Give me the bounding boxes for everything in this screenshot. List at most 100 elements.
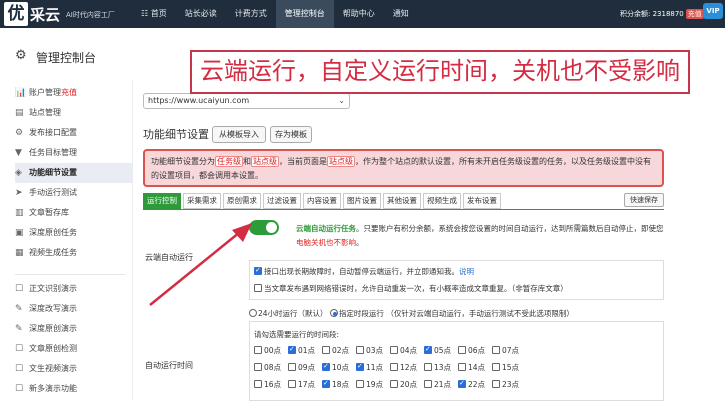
gear-icon: ⚙ [15,128,24,138]
checkbox-checked[interactable] [356,362,364,371]
hour-label: 12点 [400,363,418,372]
site-url-select[interactable]: https://www.ucaiyun.com ⌄ [143,93,350,109]
sidebar-item-deep-original-demo[interactable]: ✎ 深度原创演示 [15,319,133,339]
edit-icon: ✎ [15,304,23,314]
quick-save-button[interactable]: 快速保存 [624,193,664,207]
hour-option[interactable]: 14点 [458,362,485,373]
sidebar-item-article-store[interactable]: ▥ 文章暂存库 [15,203,133,223]
logo[interactable]: 优 [4,2,28,26]
checkbox-unchecked[interactable] [492,346,500,354]
tab-collect[interactable]: 采集需求 [183,193,221,209]
hour-option[interactable]: 08点 [254,362,281,373]
radio-specified[interactable] [329,309,338,317]
nav-pricing[interactable]: 计费方式 [226,0,276,28]
hour-option[interactable]: 12点 [390,362,417,373]
nav-help[interactable]: 帮助中心 [334,0,384,28]
checkbox-unchecked[interactable] [356,346,364,354]
save-template-button[interactable]: 存为模板 [270,126,312,143]
hour-label: 00点 [264,346,282,355]
sidebar-item-task-targets[interactable]: ▼ 任务目标管理 [15,143,133,163]
nav-home[interactable]: ☷ 首页 [132,0,176,28]
nav-notice[interactable]: 通知 [384,0,418,28]
checkbox-unchecked[interactable] [390,380,398,388]
sidebar-item-publish-api[interactable]: ⚙ 发布接口配置 [15,123,133,143]
checkbox-checked[interactable] [288,345,296,354]
hour-option[interactable]: 11点 [356,362,383,373]
radio-24h[interactable] [249,309,257,317]
checkbox-checked[interactable] [322,362,330,371]
hour-label: 19点 [366,380,384,389]
hour-label: 13点 [434,363,452,372]
checkbox-unchecked[interactable] [492,363,500,371]
hour-option[interactable]: 20点 [390,379,417,390]
tab-publish[interactable]: 发布设置 [463,193,501,209]
checkbox-unchecked[interactable] [322,346,330,354]
nav-console[interactable]: 管理控制台 [275,0,334,28]
tab-video[interactable]: 视频生成 [423,193,461,209]
tab-original[interactable]: 原创需求 [223,193,261,209]
hour-option[interactable]: 00点 [254,345,281,356]
explain-link[interactable]: 说明 [459,267,474,276]
checkbox-unchecked[interactable] [424,380,432,388]
sidebar-item-deep-original[interactable]: ▣ 深度原创任务 [15,223,133,243]
hour-option[interactable]: 03点 [356,345,383,356]
hour-option[interactable]: 02点 [322,345,349,356]
checkbox-unchecked[interactable] [458,363,466,371]
checkbox-unchecked[interactable] [288,363,296,371]
checkbox-unchecked[interactable] [390,363,398,371]
sidebar-item-text-recognition[interactable]: ☐ 正文识别演示 [15,279,133,299]
checkbox-unchecked[interactable] [254,363,262,371]
hour-option[interactable]: 09点 [288,362,315,373]
checkbox-unchecked[interactable] [458,346,466,354]
hour-option[interactable]: 22点 [458,379,485,390]
option-retry-publish[interactable]: 当文章发布遇到网络错误时，允许自动重发一次，有小概率造成文章重复。（非暂存库文章… [254,283,568,294]
hour-option[interactable]: 21点 [424,379,451,390]
import-template-button[interactable]: 从模板导入 [212,126,266,143]
sidebar-item-account[interactable]: 📊 账户管理充值 [15,83,133,103]
checkbox-unchecked[interactable] [424,363,432,371]
sidebar-item-video-gen[interactable]: ▦ 视频生成任务 [15,243,133,263]
sidebar-item-more-demos[interactable]: ☐ 新多演示功能 [15,379,133,399]
sidebar-item-sites[interactable]: ▤ 站点管理 [15,103,133,123]
hour-option[interactable]: 15点 [492,362,519,373]
sidebar-item-deep-rewrite[interactable]: ✎ 深度改写演示 [15,299,133,319]
option-pause-on-failure[interactable]: 接口出现长期故障时，自动暂停云端运行，并立即通知我。说明 [254,266,474,277]
hour-option[interactable]: 23点 [492,379,519,390]
sidebar-item-feature-settings[interactable]: ◈ 功能细节设置 [15,163,133,183]
hour-option[interactable]: 13点 [424,362,451,373]
hour-option[interactable]: 16点 [254,379,281,390]
checkbox-unchecked[interactable] [390,346,398,354]
hour-option[interactable]: 04点 [390,345,417,356]
checkbox-unchecked[interactable] [254,380,262,388]
vip-badge[interactable]: VIP [703,3,723,19]
recharge-button[interactable]: 充值 [685,9,704,19]
hour-option[interactable]: 18点 [322,379,349,390]
hour-option[interactable]: 17点 [288,379,315,390]
sidebar-item-text-to-video[interactable]: ☐ 文生视频演示 [15,359,133,379]
hour-option[interactable]: 06点 [458,345,485,356]
checkbox-checked[interactable] [424,345,432,354]
nav-must-read[interactable]: 站长必读 [176,0,226,28]
main-nav: ☷ 首页 站长必读 计费方式 管理控制台 帮助中心 通知 [132,0,418,28]
hour-option[interactable]: 19点 [356,379,383,390]
tab-run-control[interactable]: 运行控制 [143,193,181,209]
sidebar-item-manual-run[interactable]: ➤ 手动运行测试 [15,183,133,203]
checkbox-unchecked[interactable] [356,380,364,388]
sidebar-item-originality-check[interactable]: ☐ 文章原创检测 [15,339,133,359]
tab-image[interactable]: 图片设置 [343,193,381,209]
top-navbar: 优 采云 AI时代内容工厂 ☷ 首页 站长必读 计费方式 管理控制台 帮助中心 … [0,0,725,28]
tab-content[interactable]: 内容设置 [303,193,341,209]
recharge-link[interactable]: 充值 [61,88,77,97]
hour-option[interactable]: 01点 [288,345,315,356]
checkbox-unchecked[interactable] [288,380,296,388]
hour-option[interactable]: 05点 [424,345,451,356]
checkbox-unchecked[interactable] [254,346,262,354]
hour-option[interactable]: 10点 [322,362,349,373]
hour-option[interactable]: 07点 [492,345,519,356]
tab-filter[interactable]: 过滤设置 [263,193,301,209]
checkbox-checked[interactable] [322,379,330,388]
run-options-box: 接口出现长期故障时，自动暂停云端运行，并立即通知我。说明 当文章发布遇到网络错误… [249,260,664,300]
tab-other[interactable]: 其他设置 [383,193,421,209]
checkbox-unchecked[interactable] [492,380,500,388]
checkbox-checked[interactable] [458,379,466,388]
